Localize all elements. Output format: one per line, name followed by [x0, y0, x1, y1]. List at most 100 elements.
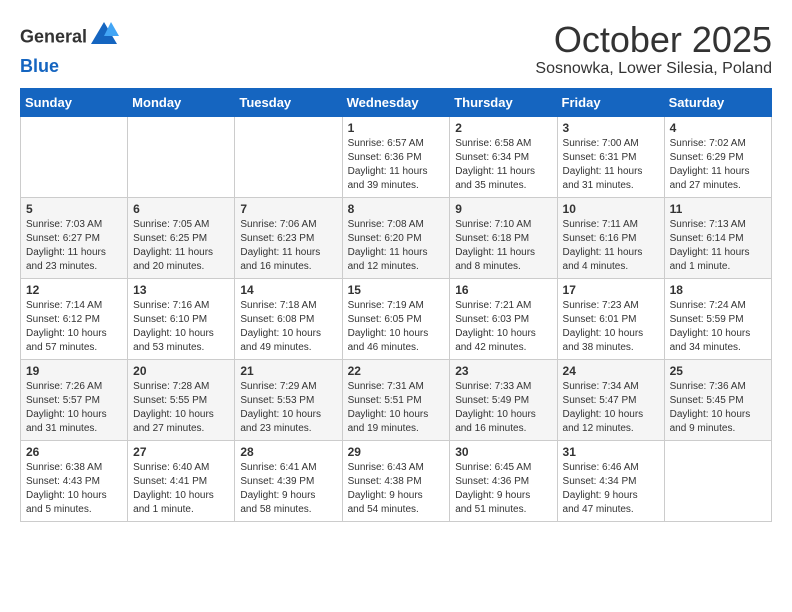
day-number: 17 — [563, 283, 659, 297]
day-number: 8 — [348, 202, 445, 216]
calendar-cell: 8 Sunrise: 7:08 AM Sunset: 6:20 PM Daylig… — [342, 197, 450, 278]
calendar-cell — [235, 116, 342, 197]
day-number: 26 — [26, 445, 122, 459]
calendar-week-row: 12 Sunrise: 7:14 AM Sunset: 6:12 PM Dayli… — [21, 278, 772, 359]
day-number: 4 — [670, 121, 766, 135]
day-number: 27 — [133, 445, 229, 459]
calendar-table: SundayMondayTuesdayWednesdayThursdayFrid… — [20, 88, 772, 522]
day-number: 18 — [670, 283, 766, 297]
day-info: Sunrise: 7:23 AM Sunset: 6:01 PM Dayligh… — [563, 299, 659, 355]
calendar-week-row: 1Sunrise: 6:57 AM Sunset: 6:36 PM Daylig… — [21, 116, 772, 197]
day-header-tuesday: Tuesday — [235, 88, 342, 116]
day-header-sunday: Sunday — [21, 88, 128, 116]
calendar-cell: 13 Sunrise: 7:16 AM Sunset: 6:10 PM Dayli… — [128, 278, 235, 359]
day-number: 22 — [348, 364, 445, 378]
day-info: Sunrise: 7:19 AM Sunset: 6:05 PM Dayligh… — [348, 299, 445, 355]
calendar-cell: 2 Sunrise: 6:58 AM Sunset: 6:34 PM Daylig… — [450, 116, 557, 197]
calendar-cell: 9 Sunrise: 7:10 AM Sunset: 6:18 PM Daylig… — [450, 197, 557, 278]
day-number: 12 — [26, 283, 122, 297]
calendar-cell — [128, 116, 235, 197]
logo: General Blue — [20, 20, 119, 77]
day-info: Sunrise: 6:58 AM Sunset: 6:34 PM Dayligh… — [455, 137, 551, 193]
day-info: Sunrise: 7:10 AM Sunset: 6:18 PM Dayligh… — [455, 218, 551, 274]
day-number: 5 — [26, 202, 122, 216]
calendar-cell: 12 Sunrise: 7:14 AM Sunset: 6:12 PM Dayli… — [21, 278, 128, 359]
day-number: 30 — [455, 445, 551, 459]
day-info: Sunrise: 7:21 AM Sunset: 6:03 PM Dayligh… — [455, 299, 551, 355]
day-info: Sunrise: 7:29 AM Sunset: 5:53 PM Dayligh… — [240, 380, 336, 436]
day-number: 16 — [455, 283, 551, 297]
calendar-cell — [664, 440, 771, 521]
calendar-cell: 11 Sunrise: 7:13 AM Sunset: 6:14 PM Dayli… — [664, 197, 771, 278]
day-info: Sunrise: 7:16 AM Sunset: 6:10 PM Dayligh… — [133, 299, 229, 355]
day-header-wednesday: Wednesday — [342, 88, 450, 116]
day-info: Sunrise: 7:26 AM Sunset: 5:57 PM Dayligh… — [26, 380, 122, 436]
day-info: Sunrise: 6:40 AM Sunset: 4:41 PM Dayligh… — [133, 461, 229, 517]
title-area: October 2025 Sosnowka, Lower Silesia, Po… — [535, 20, 772, 78]
day-number: 31 — [563, 445, 659, 459]
day-number: 15 — [348, 283, 445, 297]
day-info: Sunrise: 7:06 AM Sunset: 6:23 PM Dayligh… — [240, 218, 336, 274]
day-info: Sunrise: 6:43 AM Sunset: 4:38 PM Dayligh… — [348, 461, 445, 517]
day-info: Sunrise: 7:33 AM Sunset: 5:49 PM Dayligh… — [455, 380, 551, 436]
calendar-cell: 14 Sunrise: 7:18 AM Sunset: 6:08 PM Dayli… — [235, 278, 342, 359]
calendar-cell: 22 Sunrise: 7:31 AM Sunset: 5:51 PM Dayli… — [342, 359, 450, 440]
calendar-cell: 30Sunrise: 6:45 AM Sunset: 4:36 PM Dayli… — [450, 440, 557, 521]
day-number: 2 — [455, 121, 551, 135]
calendar-cell: 6Sunrise: 7:05 AM Sunset: 6:25 PM Daylig… — [128, 197, 235, 278]
day-number: 19 — [26, 364, 122, 378]
day-info: Sunrise: 7:08 AM Sunset: 6:20 PM Dayligh… — [348, 218, 445, 274]
calendar-cell — [21, 116, 128, 197]
calendar-cell: 16 Sunrise: 7:21 AM Sunset: 6:03 PM Dayli… — [450, 278, 557, 359]
day-header-thursday: Thursday — [450, 88, 557, 116]
day-info: Sunrise: 7:13 AM Sunset: 6:14 PM Dayligh… — [670, 218, 766, 274]
day-number: 24 — [563, 364, 659, 378]
calendar-cell: 27 Sunrise: 6:40 AM Sunset: 4:41 PM Dayli… — [128, 440, 235, 521]
day-number: 3 — [563, 121, 659, 135]
day-header-saturday: Saturday — [664, 88, 771, 116]
day-info: Sunrise: 6:46 AM Sunset: 4:34 PM Dayligh… — [563, 461, 659, 517]
day-info: Sunrise: 7:18 AM Sunset: 6:08 PM Dayligh… — [240, 299, 336, 355]
calendar-cell: 23 Sunrise: 7:33 AM Sunset: 5:49 PM Dayli… — [450, 359, 557, 440]
day-info: Sunrise: 7:14 AM Sunset: 6:12 PM Dayligh… — [26, 299, 122, 355]
page-header: General Blue October 2025 Sosnowka, Lowe… — [20, 20, 772, 78]
day-number: 20 — [133, 364, 229, 378]
calendar-cell: 17 Sunrise: 7:23 AM Sunset: 6:01 PM Dayli… — [557, 278, 664, 359]
day-info: Sunrise: 6:57 AM Sunset: 6:36 PM Dayligh… — [348, 137, 445, 193]
day-info: Sunrise: 7:24 AM Sunset: 5:59 PM Dayligh… — [670, 299, 766, 355]
day-info: Sunrise: 7:00 AM Sunset: 6:31 PM Dayligh… — [563, 137, 659, 193]
day-info: Sunrise: 7:11 AM Sunset: 6:16 PM Dayligh… — [563, 218, 659, 274]
logo-blue: Blue — [20, 56, 59, 76]
calendar-week-row: 5Sunrise: 7:03 AM Sunset: 6:27 PM Daylig… — [21, 197, 772, 278]
day-info: Sunrise: 7:28 AM Sunset: 5:55 PM Dayligh… — [133, 380, 229, 436]
day-info: Sunrise: 7:31 AM Sunset: 5:51 PM Dayligh… — [348, 380, 445, 436]
day-header-monday: Monday — [128, 88, 235, 116]
day-number: 14 — [240, 283, 336, 297]
day-info: Sunrise: 6:38 AM Sunset: 4:43 PM Dayligh… — [26, 461, 122, 517]
calendar-week-row: 26 Sunrise: 6:38 AM Sunset: 4:43 PM Dayli… — [21, 440, 772, 521]
day-number: 6 — [133, 202, 229, 216]
day-number: 9 — [455, 202, 551, 216]
calendar-cell: 26 Sunrise: 6:38 AM Sunset: 4:43 PM Dayli… — [21, 440, 128, 521]
calendar-cell: 18 Sunrise: 7:24 AM Sunset: 5:59 PM Dayli… — [664, 278, 771, 359]
day-info: Sunrise: 7:36 AM Sunset: 5:45 PM Dayligh… — [670, 380, 766, 436]
calendar-cell: 19 Sunrise: 7:26 AM Sunset: 5:57 PM Dayli… — [21, 359, 128, 440]
calendar-cell: 3 Sunrise: 7:00 AM Sunset: 6:31 PM Daylig… — [557, 116, 664, 197]
calendar-cell: 31 Sunrise: 6:46 AM Sunset: 4:34 PM Dayli… — [557, 440, 664, 521]
logo-icon — [89, 20, 119, 50]
calendar-cell: 29Sunrise: 6:43 AM Sunset: 4:38 PM Dayli… — [342, 440, 450, 521]
day-header-friday: Friday — [557, 88, 664, 116]
day-info: Sunrise: 7:02 AM Sunset: 6:29 PM Dayligh… — [670, 137, 766, 193]
calendar-cell: 20 Sunrise: 7:28 AM Sunset: 5:55 PM Dayli… — [128, 359, 235, 440]
day-number: 10 — [563, 202, 659, 216]
calendar-cell: 21Sunrise: 7:29 AM Sunset: 5:53 PM Dayli… — [235, 359, 342, 440]
calendar-cell: 7Sunrise: 7:06 AM Sunset: 6:23 PM Daylig… — [235, 197, 342, 278]
location: Sosnowka, Lower Silesia, Poland — [535, 60, 772, 78]
calendar-cell: 24Sunrise: 7:34 AM Sunset: 5:47 PM Dayli… — [557, 359, 664, 440]
day-number: 13 — [133, 283, 229, 297]
calendar-cell: 4 Sunrise: 7:02 AM Sunset: 6:29 PM Daylig… — [664, 116, 771, 197]
day-number: 28 — [240, 445, 336, 459]
day-number: 11 — [670, 202, 766, 216]
day-number: 23 — [455, 364, 551, 378]
month-title: October 2025 — [535, 20, 772, 60]
